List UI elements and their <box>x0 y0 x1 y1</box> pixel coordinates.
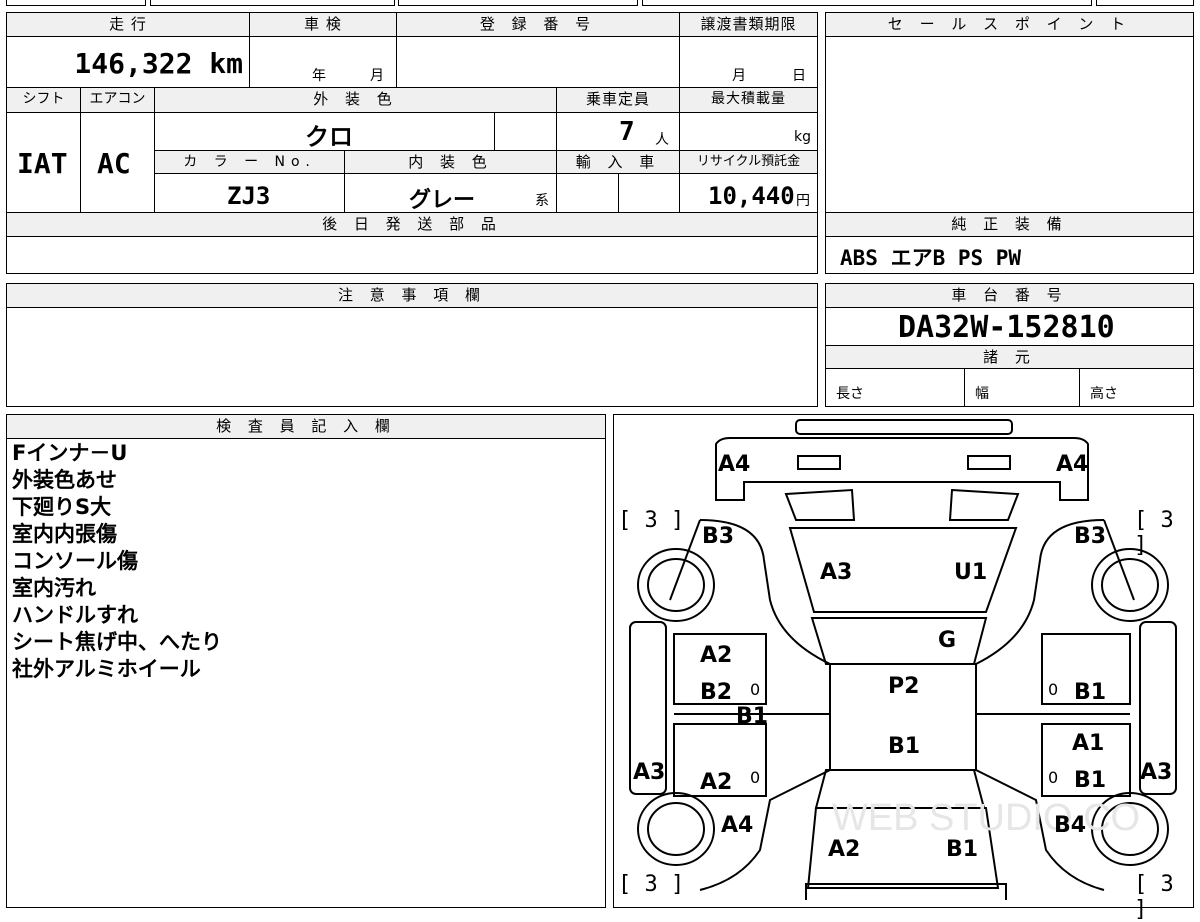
mark-b1-roof: B1 <box>888 734 921 759</box>
tire-fl: [ 3 ] <box>618 508 685 533</box>
mark-b3-left: B3 <box>702 524 735 549</box>
mark-a3-hood: A3 <box>820 560 853 585</box>
mark-b2-left: B2 <box>700 680 733 705</box>
mark-u1-hood: U1 <box>954 560 988 585</box>
car-diagram: WEB STUDIO CO <box>629 419 1177 900</box>
mark-b4-rear-right: B4 <box>1054 813 1087 838</box>
mark-b1-left-mid: B1 <box>736 704 769 729</box>
tire-rl-value: 3 <box>644 872 658 897</box>
mark-a1-right: A1 <box>1072 731 1105 756</box>
mark-a2-rear: A2 <box>828 837 861 862</box>
small-mark-l2: 0 <box>750 768 761 787</box>
mark-b1-rear: B1 <box>946 837 979 862</box>
mark-a4-left: A4 <box>718 452 751 477</box>
mark-a4-rear-left: A4 <box>721 813 754 838</box>
tire-fl-value: 3 <box>644 508 658 533</box>
small-mark-r2: 0 <box>1048 768 1059 787</box>
tire-rr: [ 3 ] <box>1134 872 1174 922</box>
mark-p2-roof: P2 <box>888 674 920 699</box>
mark-a2-front-left: A2 <box>700 643 733 668</box>
mark-b1-right-rear: B1 <box>1074 768 1107 793</box>
mark-a4-right: A4 <box>1056 452 1089 477</box>
mark-b1-right-front: B1 <box>1074 680 1107 705</box>
mark-a3-left-side: A3 <box>633 760 666 785</box>
mark-a3-right-side: A3 <box>1140 760 1173 785</box>
tire-rl: [ 3 ] <box>618 872 685 897</box>
mark-a2-rear-left: A2 <box>700 770 733 795</box>
mark-g-glass: G <box>938 628 957 653</box>
small-mark-r1: 0 <box>1048 680 1059 699</box>
mark-b3-right: B3 <box>1074 524 1107 549</box>
tire-fr: [ 3 ] <box>1134 508 1174 558</box>
small-mark-l1: 0 <box>750 680 761 699</box>
watermark: WEB STUDIO CO <box>832 797 1140 839</box>
tire-rr-value: 3 <box>1160 872 1174 897</box>
tire-fr-value: 3 <box>1160 508 1174 533</box>
